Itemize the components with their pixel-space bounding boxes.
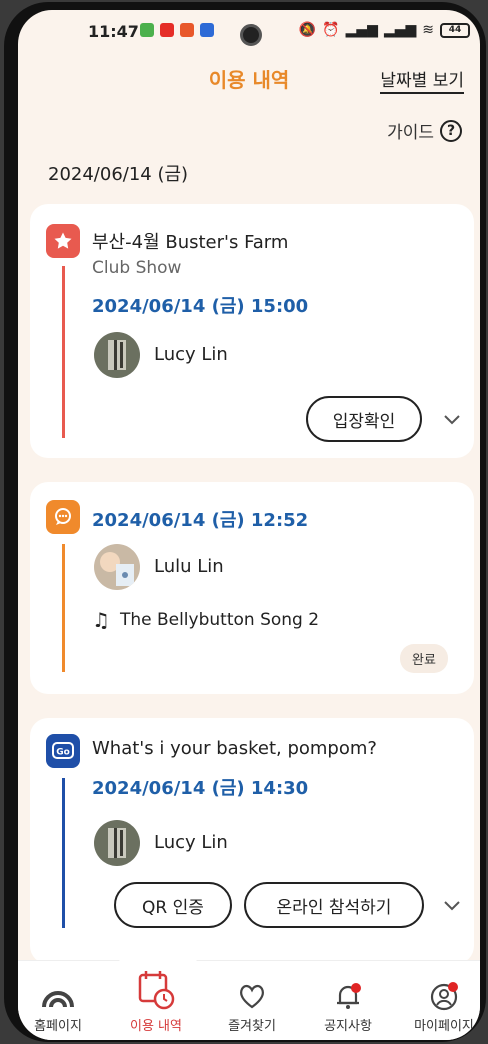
- mute-icon: 🔕: [298, 22, 317, 38]
- timeline-line: [62, 778, 65, 928]
- entry-check-button[interactable]: 입장확인: [306, 396, 422, 442]
- qr-auth-button[interactable]: QR 인증: [114, 882, 232, 928]
- status-badge: 완료: [400, 644, 448, 673]
- history-card[interactable]: 부산-4월 Buster's Farm Club Show 2024/06/14…: [30, 204, 474, 458]
- nav-label: 마이페이지: [414, 1019, 474, 1034]
- app-notification-icon: [180, 23, 194, 37]
- person-name: Lulu Lin: [154, 556, 224, 577]
- phone-app-icon: [200, 23, 214, 37]
- wifi-icon: ≋: [422, 22, 434, 38]
- person-name: Lucy Lin: [154, 832, 228, 853]
- avatar: [94, 332, 140, 378]
- guide-link[interactable]: 가이드 ?: [387, 118, 462, 143]
- date-heading: 2024/06/14 (금): [48, 164, 189, 185]
- nav-item-mypage[interactable]: 마이페이지: [398, 981, 480, 1034]
- person-name: Lucy Lin: [154, 344, 228, 365]
- notification-icons: [140, 23, 214, 37]
- bell-icon: [337, 983, 361, 1009]
- nav-item-home[interactable]: 홈페이지: [18, 981, 104, 1034]
- date-view-link[interactable]: 날짜별 보기: [380, 66, 464, 94]
- event-title: What's i your basket, pompom?: [92, 738, 377, 759]
- star-icon: [46, 224, 80, 258]
- bottom-nav: 홈페이지 이용 내역 즐겨찾기 공지사항 마이페이지: [18, 931, 480, 1040]
- history-card[interactable]: 2024/06/14 (금) 12:52 Lulu Lin ♫ The Bell…: [30, 482, 474, 694]
- profile-icon: [430, 982, 458, 1011]
- calendar-clock-icon: [138, 971, 175, 1010]
- avatar: [94, 544, 140, 590]
- status-time: 11:47: [88, 22, 139, 41]
- history-card[interactable]: Go What's i your basket, pompom? 2024/06…: [30, 718, 474, 964]
- header: 이용 내역 날짜별 보기: [18, 56, 480, 106]
- svg-text:Go: Go: [56, 748, 70, 758]
- front-camera: [240, 24, 262, 46]
- event-datetime: 2024/06/14 (금) 12:52: [92, 510, 309, 531]
- help-icon: ?: [440, 119, 462, 142]
- chevron-down-icon[interactable]: [440, 894, 464, 918]
- signal-icon: ▂▄▆: [383, 22, 417, 38]
- youtube-icon: [160, 23, 174, 37]
- nav-label: 즐겨찾기: [228, 1019, 276, 1034]
- status-bar: 11:47 🔕 ⏰ ▂▄▆ ▂▄▆ ≋ 44: [18, 10, 480, 52]
- avatar: [94, 820, 140, 866]
- alarm-icon: ⏰: [322, 22, 340, 38]
- timeline-line: [62, 266, 65, 438]
- home-arch-icon: [42, 991, 74, 1008]
- go-icon: Go: [46, 734, 80, 768]
- signal-icon: ▂▄▆: [345, 22, 378, 38]
- chat-bubble-icon: [46, 500, 80, 534]
- nav-label: 공지사항: [324, 1019, 372, 1034]
- heart-icon: [240, 984, 264, 1009]
- guide-label: 가이드: [387, 123, 434, 143]
- nav-label: 이용 내역: [130, 1019, 182, 1034]
- phone-frame: 11:47 🔕 ⏰ ▂▄▆ ▂▄▆ ≋ 44 이용 내역 날짜별 보기 가이드 …: [4, 2, 486, 1042]
- song-title: The Bellybutton Song 2: [119, 610, 320, 630]
- online-attend-button[interactable]: 온라인 참석하기: [244, 882, 424, 928]
- nav-item-history[interactable]: 이용 내역: [110, 971, 202, 1034]
- event-subtitle: Club Show: [92, 258, 182, 278]
- music-note-icon: ♫: [92, 608, 110, 632]
- system-status-icons: 🔕 ⏰ ▂▄▆ ▂▄▆ ≋ 44: [299, 22, 470, 38]
- app-notification-icon: [140, 23, 154, 37]
- nav-item-notices[interactable]: 공지사항: [302, 981, 394, 1034]
- song-row: ♫ The Bellybutton Song 2: [92, 608, 319, 632]
- battery-icon: 44: [440, 22, 470, 38]
- timeline-line: [62, 544, 65, 672]
- event-title: 부산-4월 Buster's Farm: [92, 232, 289, 253]
- nav-item-favorites[interactable]: 즐겨찾기: [206, 981, 298, 1034]
- app-screen: 11:47 🔕 ⏰ ▂▄▆ ▂▄▆ ≋ 44 이용 내역 날짜별 보기 가이드 …: [18, 10, 480, 1040]
- event-datetime: 2024/06/14 (금) 14:30: [92, 778, 309, 799]
- event-datetime: 2024/06/14 (금) 15:00: [92, 296, 309, 317]
- nav-label: 홈페이지: [34, 1019, 82, 1034]
- chevron-down-icon[interactable]: [440, 408, 464, 432]
